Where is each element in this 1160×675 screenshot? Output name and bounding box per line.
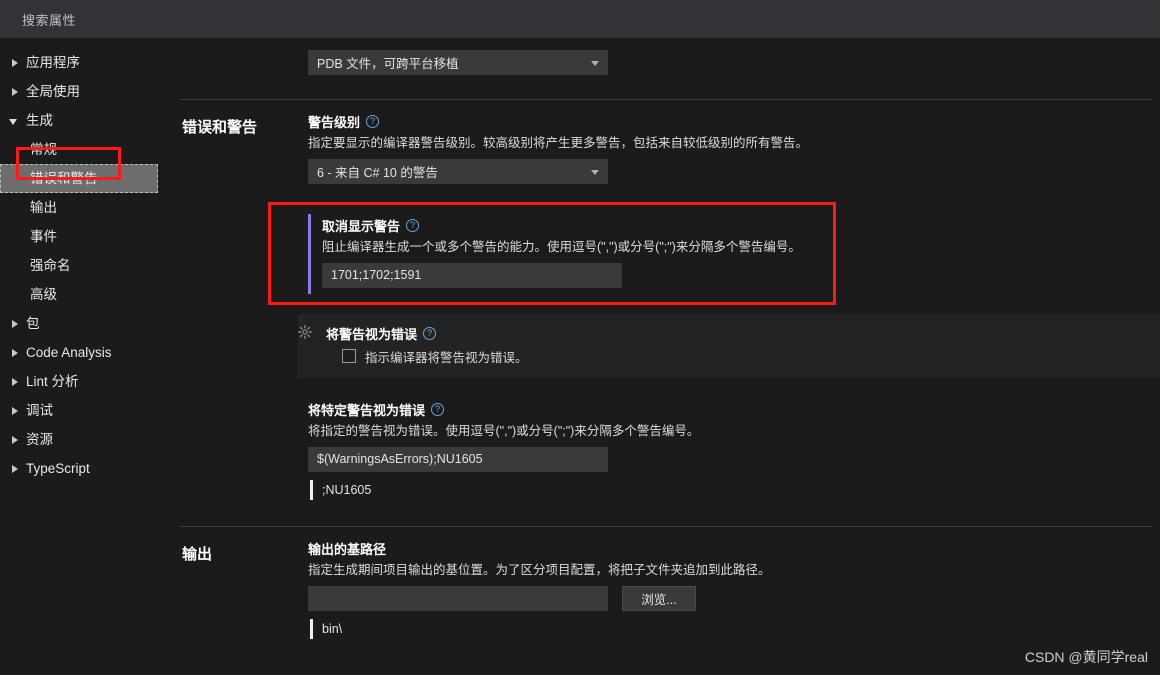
help-icon[interactable]: ? [406, 218, 420, 232]
sidebar-item-strong-naming[interactable]: 强命名 [0, 251, 168, 280]
suppress-warnings-description: 阻止编译器生成一个或多个警告的能力。使用逗号(",")或分号(";")来分隔多个… [322, 239, 801, 254]
warnings-as-errors-title-row: 将警告视为错误 ? [326, 324, 1160, 343]
debug-symbols-row: PDB 文件，可跨平台移植 [168, 38, 1160, 79]
sidebar-item-advanced[interactable]: 高级 [0, 280, 168, 309]
help-icon[interactable]: ? [423, 326, 437, 340]
sidebar-item-typescript[interactable]: TypeScript [0, 454, 168, 483]
sidebar-item-build[interactable]: 生成 [0, 106, 168, 135]
sidebar-item-label: 应用程序 [26, 54, 80, 70]
help-icon[interactable]: ? [431, 402, 445, 416]
specific-warnings-label: 将特定警告视为错误 [308, 402, 426, 418]
errors-and-warnings-group-label: 错误和警告 [182, 119, 258, 136]
sidebar-item-label: 调试 [26, 402, 53, 418]
sidebar-item-events[interactable]: 事件 [0, 222, 168, 251]
output-section: 输出 输出的基路径 指定生成期间项目输出的基位置。为了区分项目配置，将把子文件夹… [168, 527, 1160, 643]
sidebar-item-label: 输出 [30, 199, 57, 215]
errors-and-warnings-fields: 警告级别 ? 指定要显示的编译器警告级别。较高级别将产生更多警告，包括来自较低级… [298, 102, 1160, 504]
base-output-path-description: 指定生成期间项目输出的基位置。为了区分项目配置，将把子文件夹追加到此路径。 [308, 562, 771, 577]
specific-warnings-as-errors-field: 将特定警告视为错误 ? 将指定的警告视为错误。使用逗号(",")或分号(";")… [308, 394, 1160, 504]
sidebar-item-global-usings[interactable]: 全局使用 [0, 77, 168, 106]
warnings-as-errors-label: 将警告视为错误 [326, 326, 418, 342]
sidebar-item-label: Code Analysis [26, 344, 112, 360]
sidebar-item-errors-and-warnings[interactable]: 错误和警告 [0, 164, 158, 193]
properties-main-panel: PDB 文件，可跨平台移植 错误和警告 警告级别 ? 指定要显示的编译器警告级别… [168, 38, 1160, 675]
base-output-path-label: 输出的基路径 [308, 541, 387, 557]
sidebar-item-label: Lint 分析 [26, 373, 79, 389]
suppress-warnings-value: 1701;1702;1591 [331, 268, 422, 283]
sidebar-item-label: 事件 [30, 228, 57, 244]
sidebar-item-code-analysis[interactable]: Code Analysis [0, 338, 168, 367]
chevron-right-icon [8, 85, 22, 99]
specific-warnings-description: 将指定的警告视为错误。使用逗号(",")或分号(";")来分隔多个警告编号。 [308, 423, 700, 438]
suppress-warnings-title-row: 取消显示警告 ? [322, 216, 1160, 235]
warning-level-description: 指定要显示的编译器警告级别。较高级别将产生更多警告，包括来自较低级别的所有警告。 [308, 136, 809, 150]
chevron-right-icon [8, 317, 22, 331]
base-output-path-preview: bin\ [308, 618, 1160, 639]
chevron-right-icon [8, 375, 22, 389]
sidebar-item-label: 强命名 [30, 257, 71, 273]
sidebar-item-application[interactable]: 应用程序 [0, 48, 168, 77]
specific-warnings-input[interactable]: $(WarningsAsErrors);NU1605 [308, 446, 608, 472]
warning-level-label: 警告级别 [308, 115, 361, 130]
base-output-path-row: 浏览... [308, 585, 1160, 611]
warnings-as-errors-checkbox-row[interactable]: 指示编译器将警告视为错误。 [342, 347, 1160, 366]
navigation-sidebar: 应用程序 全局使用 生成 常规 错误和警告 输出 事件 强命名 高级 包 Cod… [0, 38, 168, 675]
debug-symbols-fields: PDB 文件，可跨平台移植 [298, 46, 1160, 79]
sidebar-item-label: TypeScript [26, 460, 90, 476]
sidebar-item-debug[interactable]: 调试 [0, 396, 168, 425]
search-input[interactable]: 搜索属性 [22, 10, 76, 29]
sidebar-item-label: 生成 [26, 112, 53, 128]
gear-icon [298, 324, 312, 339]
base-output-path-field: 输出的基路径 指定生成期间项目输出的基位置。为了区分项目配置，将把子文件夹追加到… [308, 529, 1160, 643]
warnings-as-errors-band: 将警告视为错误 ? 指示编译器将警告视为错误。 [298, 313, 1160, 378]
warning-level-field: 警告级别 ? 指定要显示的编译器警告级别。较高级别将产生更多警告，包括来自较低级… [308, 102, 1160, 188]
base-output-path-preview-value: bin\ [322, 621, 343, 636]
sidebar-item-package[interactable]: 包 [0, 309, 168, 338]
browse-button[interactable]: 浏览... [622, 585, 696, 611]
sidebar-item-lint-analysis[interactable]: Lint 分析 [0, 367, 168, 396]
sidebar-item-label: 常规 [30, 141, 57, 157]
chevron-right-icon [8, 404, 22, 418]
suppress-warnings-input[interactable]: 1701;1702;1591 [322, 262, 622, 288]
warnings-as-errors-checkbox[interactable] [342, 349, 356, 364]
chevron-right-icon [8, 56, 22, 70]
chevron-down-icon [591, 61, 599, 66]
debug-symbols-combo-value: PDB 文件，可跨平台移植 [317, 57, 459, 71]
sidebar-item-output[interactable]: 输出 [0, 193, 168, 222]
debug-symbols-combo[interactable]: PDB 文件，可跨平台移植 [308, 50, 608, 75]
empty-group-label [168, 46, 298, 79]
base-output-path-input[interactable] [308, 585, 608, 611]
watermark: CSDN @黄同学real [1024, 649, 1148, 665]
warning-level-combo-value: 6 - 来自 C# 10 的警告 [317, 165, 438, 180]
specific-warnings-title-row: 将特定警告视为错误 ? [308, 400, 1160, 419]
output-fields: 输出的基路径 指定生成期间项目输出的基位置。为了区分项目配置，将把子文件夹追加到… [298, 529, 1160, 643]
help-icon[interactable]: ? [366, 115, 380, 128]
sidebar-item-label: 高级 [30, 286, 57, 302]
sidebar-item-label: 包 [26, 315, 40, 331]
project-properties-window: 搜索属性 应用程序 全局使用 生成 常规 错误和警告 输出 事件 强命名 高级 … [0, 0, 1160, 675]
sidebar-item-label: 资源 [26, 431, 53, 447]
chevron-right-icon [8, 346, 22, 360]
suppress-warnings-field: 取消显示警告 ? 阻止编译器生成一个或多个警告的能力。使用逗号(",")或分号(… [308, 210, 1160, 298]
suppress-warnings-label: 取消显示警告 [322, 218, 401, 234]
warnings-as-errors-checkbox-label: 指示编译器将警告视为错误。 [365, 350, 528, 365]
sidebar-item-label: 全局使用 [26, 83, 80, 99]
warning-level-title-row: 警告级别 ? [308, 112, 1160, 131]
chevron-right-icon [8, 462, 22, 476]
output-group-label: 输出 [182, 545, 213, 563]
specific-warnings-preview-value: ;NU1605 [322, 482, 372, 497]
sidebar-item-label: 错误和警告 [30, 170, 98, 186]
sidebar-item-resources[interactable]: 资源 [0, 425, 168, 454]
chevron-down-icon [591, 169, 599, 175]
warning-level-combo[interactable]: 6 - 来自 C# 10 的警告 [308, 158, 608, 184]
base-output-path-title-row: 输出的基路径 [308, 539, 1160, 558]
specific-warnings-value: $(WarningsAsErrors);NU1605 [317, 452, 483, 467]
chevron-down-icon [8, 114, 22, 128]
search-bar[interactable]: 搜索属性 [0, 0, 1160, 38]
sidebar-item-general[interactable]: 常规 [0, 135, 168, 164]
specific-warnings-preview: ;NU1605 [308, 479, 1160, 500]
errors-and-warnings-section: 错误和警告 警告级别 ? 指定要显示的编译器警告级别。较高级别将产生更多警告，包… [168, 100, 1160, 504]
chevron-right-icon [8, 433, 22, 447]
